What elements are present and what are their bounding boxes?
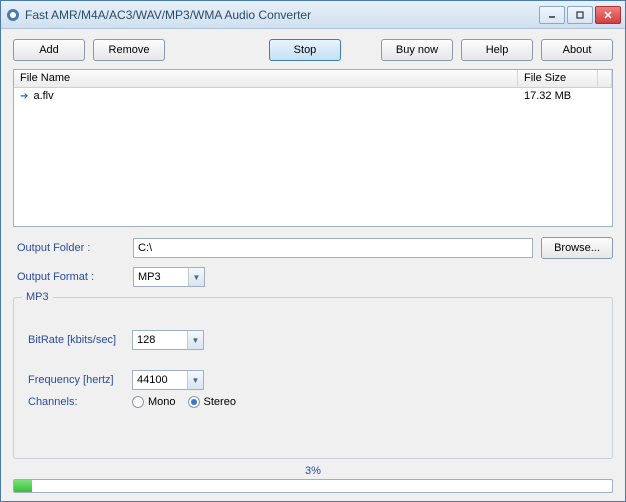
titlebar[interactable]: Fast AMR/M4A/AC3/WAV/MP3/WMA Audio Conve…: [1, 1, 625, 29]
chevron-down-icon: ▼: [187, 371, 203, 389]
maximize-button[interactable]: [567, 6, 593, 24]
file-name-cell: a.flv: [33, 90, 53, 102]
format-options-group: MP3 BitRate [kbits/sec] 128 ▼ Frequency …: [13, 297, 613, 459]
buynow-button[interactable]: Buy now: [381, 39, 453, 61]
format-options-legend: MP3: [22, 291, 53, 303]
progress-fill: [14, 480, 32, 492]
progress-area: 3%: [13, 465, 613, 493]
radio-stereo-input[interactable]: [188, 396, 200, 408]
help-button[interactable]: Help: [461, 39, 533, 61]
progress-text: 3%: [13, 465, 613, 477]
output-folder-input[interactable]: [133, 238, 533, 258]
list-item[interactable]: ➔ a.flv 17.32 MB: [14, 88, 612, 104]
radio-mono[interactable]: Mono: [132, 396, 176, 408]
frequency-select[interactable]: 44100 ▼: [132, 370, 204, 390]
remove-button[interactable]: Remove: [93, 39, 165, 61]
file-list-header: File Name File Size: [14, 70, 612, 88]
bitrate-label: BitRate [kbits/sec]: [24, 334, 124, 346]
app-window: Fast AMR/M4A/AC3/WAV/MP3/WMA Audio Conve…: [0, 0, 626, 502]
progress-bar: [13, 479, 613, 493]
chevron-down-icon: ▼: [187, 331, 203, 349]
file-list-body: ➔ a.flv 17.32 MB: [14, 88, 612, 226]
chevron-down-icon: ▼: [188, 268, 204, 286]
window-title: Fast AMR/M4A/AC3/WAV/MP3/WMA Audio Conve…: [25, 8, 539, 22]
about-button[interactable]: About: [541, 39, 613, 61]
minimize-button[interactable]: [539, 6, 565, 24]
add-button[interactable]: Add: [13, 39, 85, 61]
radio-stereo-label: Stereo: [204, 396, 236, 408]
bitrate-value: 128: [133, 334, 187, 346]
browse-button[interactable]: Browse...: [541, 237, 613, 259]
output-folder-row: Output Folder : Browse...: [13, 237, 613, 259]
radio-stereo[interactable]: Stereo: [188, 396, 236, 408]
channels-radio-group: Mono Stereo: [132, 396, 236, 408]
app-icon: [5, 7, 21, 23]
arrow-right-icon: ➔: [20, 91, 28, 102]
toolbar: Add Remove Stop Buy now Help About: [13, 39, 613, 61]
channels-label: Channels:: [24, 396, 124, 408]
bitrate-select[interactable]: 128 ▼: [132, 330, 204, 350]
frequency-label: Frequency [hertz]: [24, 374, 124, 386]
frequency-value: 44100: [133, 374, 187, 386]
output-format-select[interactable]: MP3 ▼: [133, 267, 205, 287]
channels-row: Channels: Mono Stereo: [24, 396, 602, 408]
col-end: [598, 70, 612, 87]
client-area: Add Remove Stop Buy now Help About File …: [1, 29, 625, 501]
col-filename[interactable]: File Name: [14, 70, 518, 87]
output-folder-label: Output Folder :: [13, 242, 125, 254]
output-format-label: Output Format :: [13, 271, 125, 283]
window-controls: [539, 6, 621, 24]
close-button[interactable]: [595, 6, 621, 24]
stop-button[interactable]: Stop: [269, 39, 341, 61]
file-list[interactable]: File Name File Size ➔ a.flv 17.32 MB: [13, 69, 613, 227]
output-format-row: Output Format : MP3 ▼: [13, 267, 613, 287]
file-size-cell: 17.32 MB: [518, 90, 598, 102]
bitrate-row: BitRate [kbits/sec] 128 ▼: [24, 330, 602, 350]
output-format-value: MP3: [134, 271, 188, 283]
radio-mono-input[interactable]: [132, 396, 144, 408]
frequency-row: Frequency [hertz] 44100 ▼: [24, 370, 602, 390]
radio-mono-label: Mono: [148, 396, 176, 408]
col-filesize[interactable]: File Size: [518, 70, 598, 87]
